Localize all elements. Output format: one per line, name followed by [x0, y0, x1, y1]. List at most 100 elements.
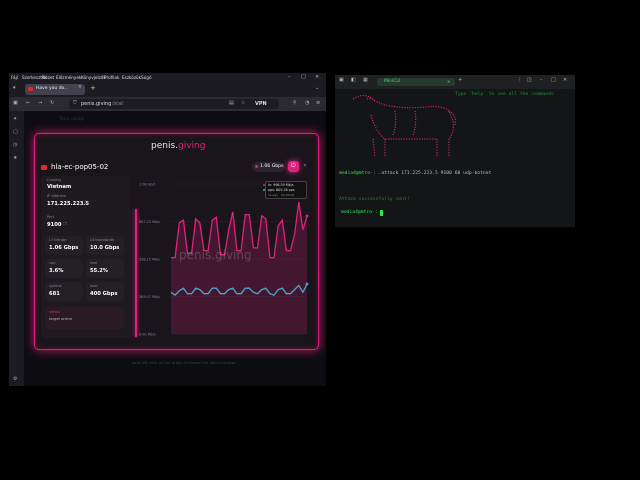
uptime-value: 681: [49, 291, 60, 297]
minimize-icon[interactable]: –: [288, 74, 291, 80]
panel-close-icon[interactable]: ✕: [303, 163, 307, 169]
tooltip-in: In: 996.59 Mb/s: [268, 183, 294, 187]
uptime-label: uptime: [49, 284, 62, 288]
bookmark-star-icon[interactable]: ☆: [241, 100, 245, 106]
chart-y-tick-label: 538.15 Mb/s: [139, 258, 160, 262]
ram-value: 55.2%: [90, 268, 108, 274]
user-card: user 400 Gbps: [86, 282, 124, 301]
copy-port-icon[interactable]: ❐: [63, 221, 67, 226]
tab-list-icon[interactable]: ▾: [13, 85, 16, 91]
sidebar-toggle-icon[interactable]: ▣: [13, 100, 18, 106]
new-tab-icon[interactable]: +: [90, 84, 96, 92]
menu-item-view[interactable]: Nézet: [42, 75, 54, 80]
chart-y-tick-label: 0.00 Mb/s: [139, 333, 156, 337]
maximize-icon[interactable]: □: [301, 74, 306, 80]
terminal-prompt-current: media4@mtro-:: [341, 210, 378, 215]
status-card: status target online: [45, 307, 124, 329]
terminal-window: ▣ ◧ ▦ MiniCLI ✕ + ⋮ ◫ – □ ✕ Type 'help' …: [335, 75, 575, 227]
menu-item-file[interactable]: Fájl: [11, 75, 18, 80]
terminal-app-icon[interactable]: ▣: [339, 77, 344, 83]
terminal-tab-active[interactable]: MiniCLI ✕: [377, 78, 455, 86]
bitrate-label: L7 bitrate: [49, 238, 67, 242]
copy-icon[interactable]: ❐: [84, 200, 88, 205]
new-terminal-tab-icon[interactable]: +: [458, 77, 462, 83]
terminal-help-text: Type 'help' to see all the commands: [455, 92, 554, 97]
history-icon[interactable]: ◷: [13, 142, 17, 148]
menu-item-profiles[interactable]: Profilok: [104, 75, 119, 80]
cpu-value: 3.6%: [49, 268, 64, 274]
power-button[interactable]: ⏻: [288, 161, 299, 172]
chart-point-pps: [305, 282, 309, 286]
app-menu-icon[interactable]: ≡: [316, 100, 320, 106]
terminal-layout-icon[interactable]: ◫: [527, 77, 532, 83]
forward-icon[interactable]: →: [38, 100, 42, 106]
port-label: Port: [47, 215, 55, 219]
port-value: 9100: [47, 222, 62, 228]
bandwidth-card: L4 bandwidth 10.0 Gbps: [86, 236, 124, 255]
browser-window: Fájl Szerkesztés Nézet Előzmények Könyvj…: [9, 73, 326, 386]
terminal-tab-close-icon[interactable]: ✕: [447, 79, 450, 84]
reader-view-icon[interactable]: ▤: [229, 100, 234, 106]
live-dot-icon: [255, 165, 258, 168]
country-value: Vietnam: [47, 184, 72, 190]
brand-logo: penis.giving: [151, 141, 205, 151]
tab-title: Have you do..: [36, 86, 68, 91]
terminal-command-line: media4@mtro-: .attack 171.225.223.5 9100…: [339, 171, 491, 176]
tooltip-legend-dot: [263, 184, 265, 186]
terminal-minimize-icon[interactable]: –: [540, 77, 543, 83]
extensions-icon[interactable]: ⚲: [293, 100, 297, 106]
chart-y-tick-label: 269.07 Mb/s: [139, 295, 160, 299]
country-label: Country: [47, 178, 62, 182]
server-panel: penis.giving hla-ec-pop05-02 1.06 Gbps ⏻…: [34, 133, 319, 350]
uptime-card: uptime 681: [45, 282, 83, 301]
ram-label: ram: [90, 261, 98, 265]
tooltip-ago: 1s ago · 02:03:09: [268, 193, 295, 197]
terminal-cursor[interactable]: [380, 210, 383, 216]
close-icon[interactable]: ✕: [315, 74, 319, 80]
navigation-bar: ▣ ← → ↻ ⛉ penis.giving /stat ▤ ☆ VPN ⚲ ◔…: [9, 97, 326, 111]
extension-icon[interactable]: ▢: [13, 129, 18, 135]
account-icon[interactable]: ◔: [305, 100, 309, 106]
bitrate-card: L7 bitrate 1.06 Gbps: [45, 236, 83, 255]
ip-label: IP Address: [47, 194, 66, 198]
server-name: hla-ec-pop05-02: [51, 163, 109, 171]
terminal-maximize-icon[interactable]: □: [551, 77, 556, 83]
menu-bar: Fájl Szerkesztés Nézet Előzmények Könyvj…: [9, 73, 326, 83]
sparkle-icon[interactable]: ✦: [13, 116, 17, 122]
back-icon[interactable]: ←: [26, 100, 30, 106]
tab-close-icon[interactable]: ✕: [78, 85, 82, 90]
tabs-icon[interactable]: ▦: [363, 77, 368, 83]
url-path: /stat: [112, 101, 124, 107]
chart-watermark: penis.giving: [179, 248, 252, 262]
tabs-menu-icon[interactable]: ⌄: [315, 85, 319, 91]
status-text: target online: [49, 317, 73, 321]
shield-icon: ⛉: [73, 100, 77, 106]
split-icon[interactable]: ◧: [351, 77, 356, 83]
reload-icon[interactable]: ↻: [50, 100, 54, 106]
chart-y-tick-label: 1.08 Gb/s: [139, 183, 156, 187]
menu-item-bookmarks[interactable]: Könyvjelzők: [81, 75, 106, 80]
chart-y-tick-label: 807.23 Mb/s: [139, 220, 160, 224]
terminal-tab-bar: ▣ ◧ ▦ MiniCLI ✕ + ⋮ ◫ – □ ✕: [335, 75, 575, 89]
settings-gear-icon[interactable]: ⚙: [13, 376, 17, 382]
menu-item-history[interactable]: Előzmények: [56, 75, 81, 80]
brand-text-a: penis.: [151, 141, 179, 151]
vpn-badge[interactable]: VPN: [255, 101, 267, 107]
bookmarks-icon[interactable]: ★: [13, 155, 17, 161]
menu-item-help[interactable]: Súgó: [141, 75, 152, 80]
bandwidth-value: 10.0 Gbps: [90, 245, 120, 251]
menu-item-tools[interactable]: Eszközök: [122, 75, 141, 80]
tab-bar: ▾ Have you do.. ✕ + ⌄: [9, 83, 326, 96]
chart-point-in: [305, 214, 309, 218]
terminal-prompt: media4@mtro-:: [339, 171, 376, 176]
browser-sidebar: ✦ ▢ ◷ ★ ⚙: [9, 111, 24, 386]
user-value: 400 Gbps: [90, 291, 118, 297]
terminal-menu-icon[interactable]: ⋮: [517, 77, 522, 83]
cpu-label: cpu: [49, 261, 56, 265]
traffic-chart[interactable]: 1.08 Gb/s 807.23 Mb/s 538.15 Mb/s 269.07 Mb…: [139, 176, 313, 340]
tab-active[interactable]: Have you do.. ✕: [25, 84, 85, 95]
graph-hint: hold left click on the graph to freeze t…: [132, 360, 236, 365]
power-icon: ⏻: [291, 162, 296, 169]
terminal-close-icon[interactable]: ✕: [563, 77, 567, 83]
url-bar[interactable]: ⛉ penis.giving /stat ▤ ☆ VPN: [69, 99, 279, 109]
